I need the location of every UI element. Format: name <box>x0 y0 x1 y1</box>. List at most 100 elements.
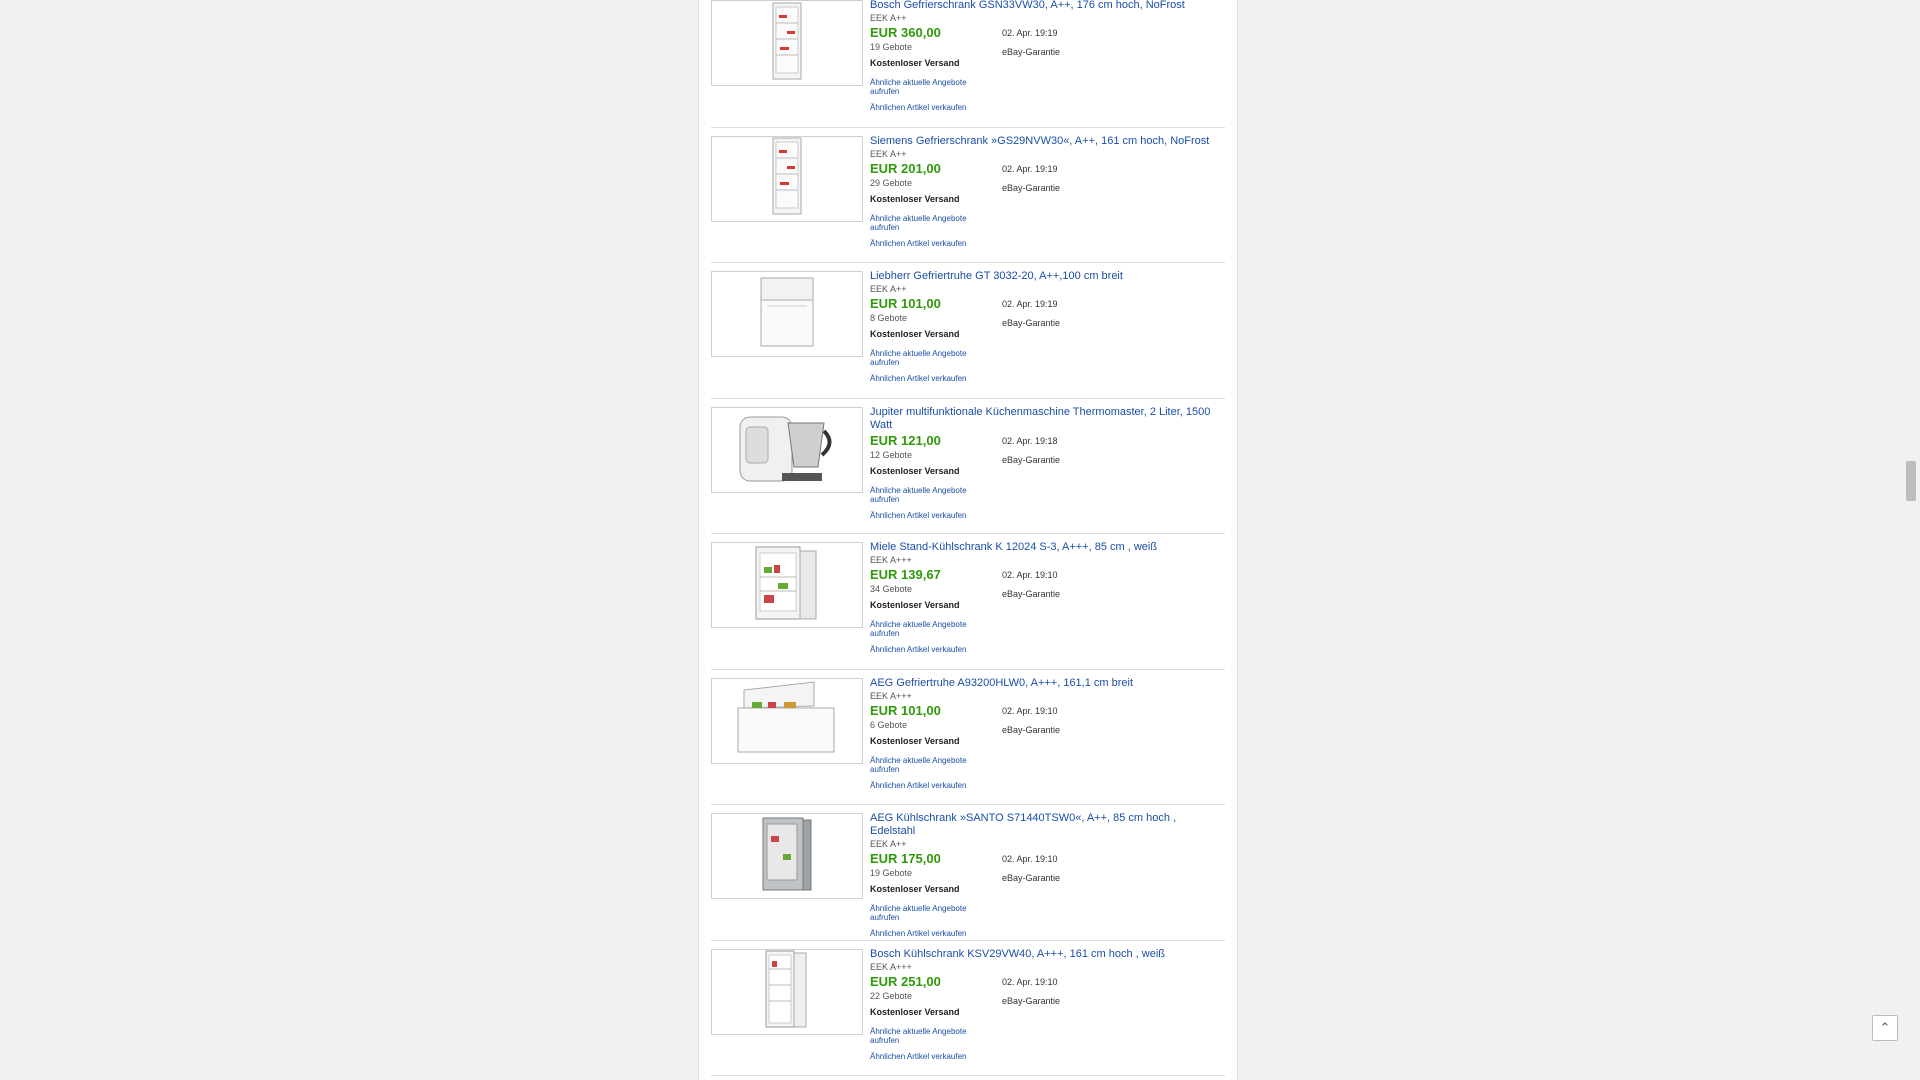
similar-offers-link[interactable]: Ähnliche aktuelle Angebote aufrufen <box>870 214 970 232</box>
product-image[interactable] <box>711 677 863 764</box>
list-item: Liebherr Gefriertruhe GT 3032-20, A++,10… <box>711 263 1225 399</box>
listing-info: Jupiter multifunktionale Küchenmaschine … <box>870 399 1222 520</box>
sell-similar-link[interactable]: Ähnlichen Artikel verkaufen <box>870 1052 970 1061</box>
guarantee-badge: eBay-Garantie <box>1002 318 1061 328</box>
listing-info: Liebherr Gefriertruhe GT 3032-20, A++,10… <box>870 263 1222 383</box>
energy-class: EEK A+++ <box>870 961 912 972</box>
kitchen-machine-icon <box>732 408 842 492</box>
energy-class: EEK A+++ <box>870 555 912 565</box>
guarantee-badge: eBay-Garantie <box>1002 47 1061 57</box>
price: EUR 101,00 <box>870 702 941 718</box>
shipping-info: Kostenloser Versand <box>870 465 960 476</box>
product-image[interactable] <box>711 542 863 628</box>
list-item: AEG Kühlschrank »SANTO S71440TSW0«, A++,… <box>711 805 1225 941</box>
similar-offers-link[interactable]: Ähnliche aktuelle Angebote aufrufen <box>870 904 970 922</box>
shipping-info: Kostenloser Versand <box>870 600 960 610</box>
guarantee-badge: eBay-Garantie <box>1002 873 1061 883</box>
guarantee-badge: eBay-Garantie <box>1002 454 1061 465</box>
guarantee-badge: eBay-Garantie <box>1002 995 1061 1006</box>
shipping-info: Kostenloser Versand <box>870 735 960 746</box>
chest-freezer-icon <box>757 272 817 356</box>
listing-title-link[interactable]: AEG Gefriertruhe A93200HLW0, A+++, 161,1… <box>870 677 1222 690</box>
listing-list: Bosch Gefrierschrank GSN33VW30, A++, 176… <box>711 0 1225 1076</box>
end-time: 02. Apr. 19:19 <box>1002 28 1058 38</box>
shipping-info: Kostenloser Versand <box>870 58 960 68</box>
price: EUR 201,00 <box>870 160 941 176</box>
similar-offers-link[interactable]: Ähnliche aktuelle Angebote aufrufen <box>870 756 970 774</box>
list-item: Miele Stand-Kühlschrank K 12024 S-3, A++… <box>711 534 1225 670</box>
end-time: 02. Apr. 19:10 <box>1002 854 1058 864</box>
sell-similar-link[interactable]: Ähnlichen Artikel verkaufen <box>870 645 970 654</box>
product-image[interactable] <box>711 406 863 493</box>
end-time: 02. Apr. 19:10 <box>1002 705 1058 716</box>
freezer-tall-icon <box>767 137 807 221</box>
shipping-info: Kostenloser Versand <box>870 884 960 894</box>
listing-info: Miele Stand-Kühlschrank K 12024 S-3, A++… <box>870 534 1222 654</box>
freezer-tall-icon <box>767 1 807 85</box>
price: EUR 251,00 <box>870 973 941 989</box>
guarantee-badge: eBay-Garantie <box>1002 182 1061 193</box>
shipping-info: Kostenloser Versand <box>870 329 960 339</box>
listing-title-link[interactable]: AEG Kühlschrank »SANTO S71440TSW0«, A++,… <box>870 812 1222 838</box>
list-item: Bosch Kühlschrank KSV29VW40, A+++, 161 c… <box>711 941 1225 1076</box>
guarantee-badge: eBay-Garantie <box>1002 724 1061 735</box>
end-time: 02. Apr. 19:10 <box>1002 976 1058 987</box>
similar-offers-link[interactable]: Ähnliche aktuelle Angebote aufrufen <box>870 1027 970 1045</box>
price: EUR 139,67 <box>870 567 941 582</box>
listing-info: AEG Gefriertruhe A93200HLW0, A+++, 161,1… <box>870 670 1222 790</box>
product-image[interactable] <box>711 271 863 357</box>
energy-class: EEK A++ <box>870 148 907 159</box>
scrollbar-thumb[interactable] <box>1906 461 1916 501</box>
energy-class: EEK A++ <box>870 839 907 849</box>
energy-class: EEK A++ <box>870 284 907 294</box>
sell-similar-link[interactable]: Ähnlichen Artikel verkaufen <box>870 239 970 248</box>
sell-similar-link[interactable]: Ähnlichen Artikel verkaufen <box>870 374 970 383</box>
price: EUR 360,00 <box>870 25 941 40</box>
similar-offers-link[interactable]: Ähnliche aktuelle Angebote aufrufen <box>870 486 970 504</box>
scroll-to-top-button[interactable]: ⌃ <box>1872 1015 1898 1041</box>
fridge-tall-icon <box>762 950 812 1034</box>
similar-offers-link[interactable]: Ähnliche aktuelle Angebote aufrufen <box>870 349 970 367</box>
end-time: 02. Apr. 19:19 <box>1002 163 1058 174</box>
fridge-steel-icon <box>757 814 817 898</box>
similar-offers-link[interactable]: Ähnliche aktuelle Angebote aufrufen <box>870 78 970 96</box>
listing-info: AEG Kühlschrank »SANTO S71440TSW0«, A++,… <box>870 805 1222 938</box>
list-item: Jupiter multifunktionale Küchenmaschine … <box>711 399 1225 534</box>
product-image[interactable] <box>711 948 863 1035</box>
listing-title-link[interactable]: Bosch Kühlschrank KSV29VW40, A+++, 161 c… <box>870 948 1222 961</box>
sell-similar-link[interactable]: Ähnlichen Artikel verkaufen <box>870 103 970 112</box>
list-item: Bosch Gefrierschrank GSN33VW30, A++, 176… <box>711 0 1225 128</box>
end-time: 02. Apr. 19:19 <box>1002 299 1058 309</box>
energy-class: EEK A++ <box>870 13 907 23</box>
sell-similar-link[interactable]: Ähnlichen Artikel verkaufen <box>870 781 970 790</box>
end-time: 02. Apr. 19:18 <box>1002 435 1058 446</box>
chevron-up-icon: ⌃ <box>1879 1020 1891 1035</box>
similar-offers-link[interactable]: Ähnliche aktuelle Angebote aufrufen <box>870 620 970 638</box>
energy-class: EEK A+++ <box>870 690 912 701</box>
listing-info: Bosch Gefrierschrank GSN33VW30, A++, 176… <box>870 0 1222 112</box>
product-image[interactable] <box>711 0 863 86</box>
listing-title-link[interactable]: Liebherr Gefriertruhe GT 3032-20, A++,10… <box>870 270 1222 283</box>
list-item: AEG Gefriertruhe A93200HLW0, A+++, 161,1… <box>711 670 1225 805</box>
listing-title-link[interactable]: Siemens Gefrierschrank »GS29NVW30«, A++,… <box>870 135 1222 148</box>
product-image[interactable] <box>711 813 863 899</box>
listing-title-link[interactable]: Miele Stand-Kühlschrank K 12024 S-3, A++… <box>870 541 1222 554</box>
sell-similar-link[interactable]: Ähnlichen Artikel verkaufen <box>870 929 970 938</box>
shipping-info: Kostenloser Versand <box>870 1006 960 1017</box>
listing-title-link[interactable]: Bosch Gefrierschrank GSN33VW30, A++, 176… <box>870 0 1222 12</box>
shipping-info: Kostenloser Versand <box>870 193 960 204</box>
sell-similar-link[interactable]: Ähnlichen Artikel verkaufen <box>870 511 970 520</box>
price: EUR 101,00 <box>870 296 941 311</box>
chest-freezer-open-icon <box>732 679 842 763</box>
listing-page: Bosch Gefrierschrank GSN33VW30, A++, 176… <box>698 0 1238 1080</box>
price: EUR 121,00 <box>870 432 941 448</box>
list-item: Siemens Gefrierschrank »GS29NVW30«, A++,… <box>711 128 1225 263</box>
listing-title-link[interactable]: Jupiter multifunktionale Küchenmaschine … <box>870 406 1222 432</box>
price: EUR 175,00 <box>870 851 941 866</box>
fridge-open-icon <box>752 543 822 627</box>
listing-info: Siemens Gefrierschrank »GS29NVW30«, A++,… <box>870 128 1222 248</box>
product-image[interactable] <box>711 135 863 222</box>
guarantee-badge: eBay-Garantie <box>1002 589 1061 599</box>
listing-info: Bosch Kühlschrank KSV29VW40, A+++, 161 c… <box>870 941 1222 1061</box>
end-time: 02. Apr. 19:10 <box>1002 570 1058 580</box>
